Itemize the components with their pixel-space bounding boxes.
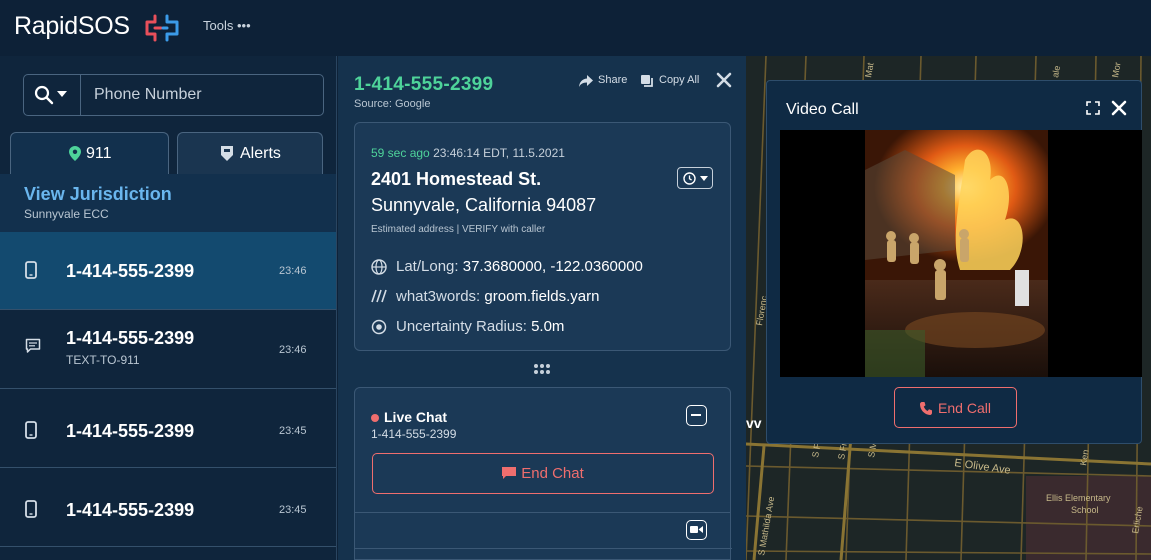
call-time: 23:46 xyxy=(279,344,307,356)
clock-icon xyxy=(683,172,696,185)
live-chat-title: Live Chat xyxy=(371,409,447,425)
uncertainty-value: 5.0m xyxy=(531,318,565,335)
call-row[interactable]: 1-414-555-2399 23:45 xyxy=(0,390,336,468)
mobile-phone-icon xyxy=(25,500,37,518)
chevron-down-icon xyxy=(57,91,67,97)
video-camera-icon xyxy=(690,526,703,533)
phone-icon xyxy=(920,401,933,415)
live-chat-number: 1-414-555-2399 xyxy=(371,427,457,441)
map-label-vv: vv xyxy=(746,415,762,431)
call-row[interactable]: 1-414-555-2399 23:46 xyxy=(0,232,336,310)
latlong-value: 37.3680000, -122.0360000 xyxy=(462,258,643,275)
location-timestamp: 59 sec ago 23:46:14 EDT, 11.5.2021 xyxy=(371,146,565,160)
target-icon xyxy=(371,319,387,335)
tab-911[interactable]: 911 xyxy=(10,132,169,174)
location-time: 23:46:14 EDT, 11.5.2021 xyxy=(433,146,565,160)
video-call-title: Video Call xyxy=(786,101,859,118)
video-section xyxy=(354,513,732,560)
mobile-phone-icon xyxy=(25,261,37,279)
shield-icon xyxy=(221,146,233,161)
live-chat-card: Live Chat 1-414-555-2399 End Chat xyxy=(354,387,731,513)
search-type-dropdown[interactable] xyxy=(24,75,81,115)
close-icon[interactable] xyxy=(716,72,732,88)
search-input[interactable] xyxy=(82,75,322,115)
jurisdiction-name: Sunnyvale ECC xyxy=(24,207,109,221)
end-chat-label: End Chat xyxy=(521,465,584,482)
what3words-value: groom.fields.yarn xyxy=(484,288,600,305)
view-jurisdiction-link[interactable]: View Jurisdiction xyxy=(24,184,172,205)
call-number: 1-414-555-2399 xyxy=(66,328,195,348)
tab-911-label: 911 xyxy=(86,145,112,162)
video-feed-image xyxy=(865,130,1048,377)
call-number: 1-414-555-2399 xyxy=(66,421,195,441)
end-call-label: End Call xyxy=(938,399,991,416)
video-call-window: Video Call End Call xyxy=(766,80,1142,444)
end-chat-button[interactable]: End Chat xyxy=(372,453,714,494)
what3words-label: what3words: xyxy=(396,288,481,305)
location-card: 59 sec ago 23:46:14 EDT, 11.5.2021 2401 … xyxy=(354,122,731,351)
call-time: 23:46 xyxy=(279,265,307,277)
location-estimate-note: Estimated address | VERIFY with caller xyxy=(371,224,546,235)
tools-menu[interactable]: Tools ••• xyxy=(203,18,251,33)
tab-alerts[interactable]: Alerts xyxy=(177,132,323,174)
call-time: 23:45 xyxy=(279,504,307,516)
rapidsos-logo-icon xyxy=(145,14,179,42)
call-queue-panel: 911 Alerts View Jurisdiction Sunnyvale E… xyxy=(0,56,337,560)
caller-phone-number: 1-414-555-2399 xyxy=(354,74,494,95)
what3words-icon xyxy=(371,289,387,303)
call-number: 1-414-555-2399 xyxy=(66,500,195,520)
tab-alerts-label: Alerts xyxy=(240,145,281,162)
share-arrow-icon xyxy=(579,75,593,87)
latlong-label: Lat/Long: xyxy=(396,258,459,275)
text-message-icon xyxy=(25,338,41,353)
phone-search xyxy=(23,74,324,116)
video-toggle-button[interactable] xyxy=(686,520,707,540)
copy-all-label: Copy All xyxy=(659,74,700,86)
brand-name: RapidSOS xyxy=(14,12,130,40)
location-street: 2401 Homestead St. xyxy=(371,169,542,189)
call-time: 23:45 xyxy=(279,425,307,437)
live-chat-label: Live Chat xyxy=(384,409,448,425)
drag-handle-icon[interactable] xyxy=(533,363,551,375)
map-label-school: School xyxy=(1071,505,1099,515)
call-type-label: TEXT-TO-911 xyxy=(66,353,140,367)
share-label: Share xyxy=(598,74,628,86)
chat-bubble-icon xyxy=(502,467,517,479)
copy-icon xyxy=(641,75,653,87)
globe-icon xyxy=(371,259,387,275)
location-history-dropdown[interactable] xyxy=(677,167,713,189)
call-number: 1-414-555-2399 xyxy=(66,261,195,281)
mobile-phone-icon xyxy=(25,421,37,439)
map-pin-icon xyxy=(69,146,81,161)
close-icon[interactable] xyxy=(1111,100,1127,116)
call-row[interactable]: 1-414-555-2399 23:45 xyxy=(0,469,336,547)
map-label-ellis: Ellis Elementary xyxy=(1046,493,1111,503)
chevron-down-icon xyxy=(700,176,708,181)
video-stream xyxy=(780,130,1142,377)
location-city: Sunnyvale, California 94087 xyxy=(371,195,597,215)
minimize-button[interactable] xyxy=(686,405,707,426)
fullscreen-icon[interactable] xyxy=(1086,101,1100,115)
search-icon xyxy=(34,85,54,105)
caller-detail-panel: 1-414-555-2399 Source: Google Share Copy… xyxy=(338,56,746,560)
top-bar: RapidSOS Tools ••• xyxy=(0,0,1151,56)
location-age: 59 sec ago xyxy=(371,146,430,160)
call-row[interactable]: 1-414-555-2399 TEXT-TO-911 23:46 xyxy=(0,311,336,389)
live-indicator-icon xyxy=(371,414,379,422)
map-label-ale: ale xyxy=(1050,65,1062,79)
jurisdiction-header: View Jurisdiction Sunnyvale ECC xyxy=(0,174,336,232)
caller-source: Source: Google xyxy=(354,98,431,110)
uncertainty-label: Uncertainty Radius: xyxy=(396,318,527,335)
end-call-button[interactable]: End Call xyxy=(894,387,1017,428)
